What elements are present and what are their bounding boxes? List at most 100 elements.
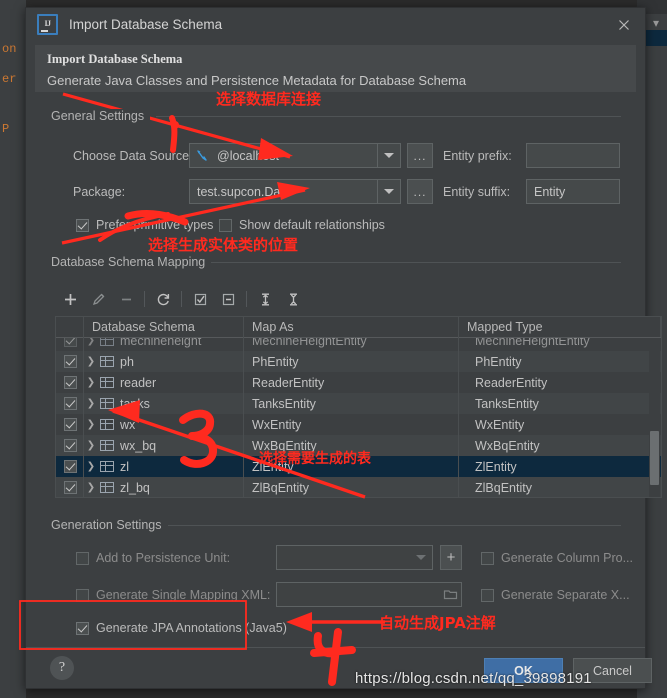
data-source-combo[interactable]: @localhost (189, 143, 401, 168)
package-combo[interactable]: test.supcon.Dao (189, 179, 401, 204)
schema-mapping-group-line (204, 262, 621, 263)
row-checkbox[interactable] (56, 338, 84, 347)
package-label: Package: (73, 185, 126, 199)
row-map-as[interactable]: WxBqEntity (244, 439, 467, 453)
table-row[interactable]: ❯ tanks TanksEntity TanksEntity (56, 393, 661, 414)
table-header-mapped-type[interactable]: Mapped Type (459, 317, 661, 337)
generate-separate-xml-checkbox[interactable]: Generate Separate X... (481, 588, 630, 602)
add-to-persistence-unit-checkbox[interactable]: Add to Persistence Unit: (76, 551, 230, 565)
table-header-database-schema[interactable]: Database Schema (84, 317, 244, 337)
add-persistence-unit-button[interactable]: + (440, 545, 462, 570)
banner-title: Import Database Schema (47, 52, 183, 66)
row-checkbox[interactable] (56, 418, 84, 431)
row-map-as[interactable]: WxEntity (244, 418, 467, 432)
scrollbar-thumb[interactable] (650, 431, 659, 485)
intellij-idea-icon: IJ (37, 13, 58, 35)
add-icon[interactable] (56, 286, 84, 312)
expand-all-icon[interactable] (251, 286, 279, 312)
chevron-right-icon[interactable]: ❯ (84, 377, 98, 388)
package-dropdown-arrow[interactable] (377, 180, 400, 203)
row-map-as[interactable]: MechineHeightEntity (244, 338, 467, 348)
row-mapped-type[interactable]: WxBqEntity (467, 439, 661, 453)
table-row[interactable]: ❯ zl ZlEntity ZlEntity (56, 456, 661, 477)
table-header-map-as[interactable]: Map As (244, 317, 459, 337)
table-row[interactable]: ❯ zl_bq ZlBqEntity ZlBqEntity (56, 477, 661, 497)
row-map-as[interactable]: ZlBqEntity (244, 481, 467, 495)
data-source-dropdown-arrow[interactable] (377, 144, 400, 167)
table-vertical-scrollbar[interactable] (649, 339, 660, 497)
row-map-as[interactable]: ReaderEntity (244, 376, 467, 390)
prefer-primitive-types-checkbox[interactable]: Prefer primitive types (76, 218, 213, 232)
row-schema-cell: ❯ zl_bq (84, 481, 244, 495)
row-mapped-type[interactable]: MechineHeightEntity (467, 338, 661, 348)
dialog-banner: Import Database Schema Generate Java Cla… (35, 45, 636, 92)
ide-left-strip (0, 0, 26, 698)
row-map-as[interactable]: ZlEntity (244, 460, 467, 474)
entity-suffix-input[interactable]: Entity (526, 179, 620, 204)
import-database-schema-dialog: IJ Import Database Schema Import Databas… (25, 7, 662, 689)
entity-prefix-input[interactable] (526, 143, 620, 168)
row-mapped-type[interactable]: ZlEntity (467, 460, 661, 474)
general-settings-group-line (156, 116, 621, 117)
persistence-unit-combo[interactable] (276, 545, 433, 570)
select-all-icon[interactable] (186, 286, 214, 312)
close-icon[interactable] (616, 17, 632, 33)
refresh-icon[interactable] (149, 286, 177, 312)
chevron-down-icon[interactable]: ▾ (653, 16, 659, 30)
table-row[interactable]: ❯ wx WxEntity WxEntity (56, 414, 661, 435)
dialog-titlebar: IJ Import Database Schema (26, 8, 645, 40)
row-schema-name: mechineheight (120, 338, 202, 348)
table-icon (100, 398, 114, 409)
chevron-right-icon[interactable]: ❯ (84, 482, 98, 493)
help-button[interactable]: ? (50, 656, 74, 680)
toolbar-separator (144, 291, 145, 307)
row-checkbox[interactable] (56, 376, 84, 389)
row-schema-name: wx (120, 417, 136, 432)
row-mapped-type[interactable]: TanksEntity (467, 397, 661, 411)
row-schema-cell: ❯ wx_bq (84, 439, 244, 453)
entity-suffix-label: Entity suffix: (443, 185, 511, 199)
generate-column-properties-checkbox[interactable]: Generate Column Pro... (481, 551, 633, 565)
row-map-as[interactable]: PhEntity (244, 355, 467, 369)
chevron-right-icon[interactable]: ❯ (84, 440, 98, 451)
row-checkbox[interactable] (56, 397, 84, 410)
table-icon (100, 377, 114, 388)
table-body: ❯ mechineheight MechineHeightEntity Mechine… (56, 338, 661, 497)
row-checkbox[interactable] (56, 439, 84, 452)
checkbox-box (76, 588, 89, 602)
row-mapped-type[interactable]: PhEntity (467, 355, 661, 369)
schema-mapping-table[interactable]: Database Schema Map As Mapped Type ❯ mech… (55, 316, 662, 498)
persistence-unit-dropdown-arrow[interactable] (410, 546, 432, 569)
folder-icon[interactable] (439, 583, 461, 606)
chevron-right-icon[interactable]: ❯ (84, 398, 98, 409)
row-mapped-type[interactable]: WxEntity (467, 418, 661, 432)
generate-single-mapping-xml-checkbox[interactable]: Generate Single Mapping XML: (76, 588, 270, 602)
generate-jpa-annotations-checkbox[interactable]: Generate JPA Annotations (Java5) (76, 621, 287, 635)
package-browse-button[interactable]: ... (407, 179, 433, 204)
show-default-relationships-checkbox[interactable]: Show default relationships (219, 218, 385, 232)
deselect-all-icon[interactable] (214, 286, 242, 312)
chevron-right-icon[interactable]: ❯ (84, 356, 98, 367)
row-map-as[interactable]: TanksEntity (244, 397, 467, 411)
add-to-persistence-unit-label: Add to Persistence Unit: (96, 551, 231, 565)
data-source-browse-button[interactable]: ... (407, 143, 433, 168)
chevron-right-icon[interactable]: ❯ (84, 338, 98, 346)
row-checkbox[interactable] (56, 460, 84, 473)
row-mapped-type[interactable]: ReaderEntity (467, 376, 661, 390)
row-checkbox[interactable] (56, 481, 84, 494)
table-row[interactable]: ❯ ph PhEntity PhEntity (56, 351, 661, 372)
row-checkbox[interactable] (56, 355, 84, 368)
single-mapping-xml-input[interactable] (276, 582, 462, 607)
collapse-all-icon[interactable] (279, 286, 307, 312)
table-row[interactable]: ❯ wx_bq WxBqEntity WxBqEntity (56, 435, 661, 456)
row-schema-cell: ❯ reader (84, 376, 244, 390)
chevron-right-icon[interactable]: ❯ (84, 461, 98, 472)
chevron-right-icon[interactable]: ❯ (84, 419, 98, 430)
checkbox-box (63, 439, 77, 452)
row-schema-cell: ❯ wx (84, 418, 244, 432)
row-mapped-type[interactable]: ZlBqEntity (467, 481, 661, 495)
table-row[interactable]: ❯ mechineheight MechineHeightEntity Mechine… (56, 338, 661, 351)
row-schema-name: reader (120, 375, 157, 390)
row-schema-name: wx_bq (120, 438, 157, 453)
table-row[interactable]: ❯ reader ReaderEntity ReaderEntity (56, 372, 661, 393)
